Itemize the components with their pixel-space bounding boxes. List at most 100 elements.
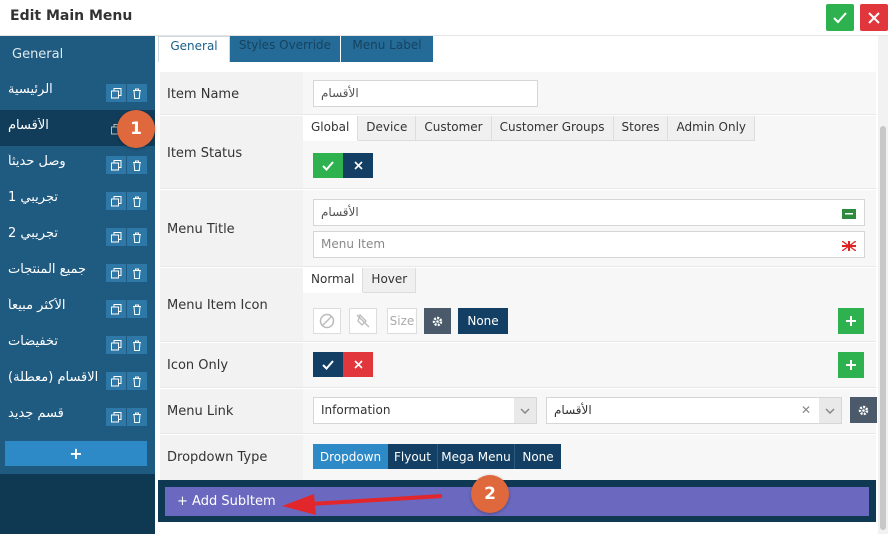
editor-tabs: General Styles Override Menu Label (158, 36, 878, 62)
paint-slash-icon (356, 313, 370, 328)
trash-icon (133, 196, 141, 207)
sidebar-item-8[interactable]: ح الاقسام (معطلة) (0, 362, 155, 398)
annotation-arrow-icon (282, 494, 443, 515)
checkmark-icon (322, 359, 334, 370)
add-icon-button[interactable] (838, 308, 864, 334)
plus-icon (846, 316, 856, 326)
disable-toggle[interactable] (343, 153, 373, 178)
icon-only-toggle[interactable] (313, 352, 373, 377)
add-menu-item-button[interactable]: + (5, 441, 147, 466)
delete-item-button[interactable] (127, 300, 147, 318)
no-icon-button[interactable] (313, 308, 341, 334)
row-label-cell: Menu Link (160, 389, 303, 433)
tab-global[interactable]: Global (303, 116, 359, 141)
sidebar-general-item[interactable]: General (0, 36, 155, 74)
copy-icon (110, 195, 121, 206)
row-content-cell (303, 343, 876, 387)
dialog-title: Edit Main Menu (10, 8, 133, 24)
enable-toggle[interactable] (313, 352, 343, 377)
clear-icon[interactable]: ✕ (801, 403, 811, 417)
copy-item-button[interactable] (106, 408, 126, 426)
checkmark-icon (833, 11, 847, 23)
disable-toggle[interactable] (343, 352, 373, 377)
flyout-option[interactable]: Flyout (388, 444, 437, 469)
delete-item-button[interactable] (127, 264, 147, 282)
gear-icon (432, 316, 443, 326)
copy-item-button[interactable] (106, 192, 126, 210)
delete-item-button[interactable] (127, 228, 147, 246)
none-option[interactable]: None (514, 444, 561, 469)
tab-styles-override[interactable]: Styles Override (230, 36, 340, 62)
delete-item-button[interactable] (127, 372, 147, 390)
tab-customer-groups[interactable]: Customer Groups (491, 116, 614, 141)
delete-item-button[interactable] (127, 84, 147, 102)
sidebar-item-9[interactable]: قسم جديد (0, 398, 155, 434)
delete-item-button[interactable] (127, 408, 147, 426)
delete-item-button[interactable] (127, 336, 147, 354)
tab-menu-label[interactable]: Menu Label (341, 36, 433, 62)
row-item-name: Item Name الأقسام (160, 72, 876, 115)
tab-stores[interactable]: Stores (613, 116, 669, 141)
scrollbar-thumb[interactable] (880, 126, 886, 530)
dropdown-option[interactable]: Dropdown (313, 444, 388, 469)
item-name-input[interactable]: الأقسام (313, 80, 538, 107)
icon-size-input[interactable]: Size (387, 308, 417, 334)
tab-hover[interactable]: Hover (363, 268, 417, 293)
sidebar-item-0[interactable]: الرئيسية (0, 74, 155, 110)
delete-item-button[interactable] (127, 156, 147, 174)
sidebar-item-6[interactable]: الأكثر مبيعاً (0, 290, 155, 326)
icon-settings-button[interactable] (424, 308, 451, 334)
trash-icon (133, 268, 141, 279)
mega-menu-option[interactable]: Mega Menu (437, 444, 514, 469)
tab-normal[interactable]: Normal (303, 268, 364, 293)
close-button[interactable] (860, 4, 888, 31)
tab-customer[interactable]: Customer (416, 116, 492, 141)
tab-general[interactable]: General (158, 36, 230, 62)
link-target-select[interactable]: الأقسام ✕ (546, 397, 842, 424)
copy-item-button[interactable] (106, 156, 126, 174)
copy-item-button[interactable] (106, 264, 126, 282)
menu-title-input-ar[interactable]: الأقسام (313, 199, 865, 226)
trash-icon (133, 160, 141, 171)
trash-icon (133, 412, 141, 423)
subitem-bar: + Add SubItem (158, 480, 876, 522)
delete-item-button[interactable] (127, 192, 147, 210)
no-color-button[interactable] (349, 308, 377, 334)
sidebar-item-label: تجريبي 1 (8, 190, 58, 205)
copy-icon (110, 267, 121, 278)
copy-item-button[interactable] (106, 300, 126, 318)
row-label-cell: Menu Title (160, 190, 303, 266)
sidebar-item-7[interactable]: تخفيضات (0, 326, 155, 362)
gear-icon (858, 405, 869, 415)
row-label-cell: Icon Only (160, 343, 303, 387)
link-target-value: الأقسام (554, 403, 592, 417)
copy-item-button[interactable] (106, 372, 126, 390)
sidebar-item-5[interactable]: جميع المنتجات (0, 254, 155, 290)
item-name-label: Item Name (167, 87, 240, 102)
save-button[interactable] (826, 4, 854, 31)
tab-device[interactable]: Device (358, 116, 417, 141)
link-settings-button[interactable] (850, 397, 877, 423)
copy-item-button[interactable] (106, 336, 126, 354)
status-toggle[interactable] (313, 153, 373, 178)
close-icon (353, 161, 363, 170)
sidebar-item-label: ح الاقسام (معطلة) (8, 370, 102, 385)
row-content-cell: Information الأقسام ✕ (303, 389, 877, 433)
icon-none-button[interactable]: None (458, 308, 508, 334)
link-type-value: Information (321, 403, 391, 417)
icon-state-tabs: Normal Hover (303, 268, 417, 293)
sidebar-item-label: الأكثر مبيعاً (8, 298, 66, 313)
add-icon-only-button[interactable] (838, 352, 864, 378)
enable-toggle[interactable] (313, 153, 343, 178)
sidebar-item-2[interactable]: وصل حديثاً (0, 146, 155, 182)
tab-admin-only[interactable]: Admin Only (668, 116, 756, 141)
sidebar-item-4[interactable]: تجريبي 2 (0, 218, 155, 254)
scrollbar[interactable] (878, 36, 888, 534)
chevron-down-icon (514, 398, 536, 423)
link-type-select[interactable]: Information (313, 397, 537, 424)
copy-item-button[interactable] (106, 84, 126, 102)
add-subitem-button[interactable]: + Add SubItem (165, 487, 869, 516)
copy-item-button[interactable] (106, 228, 126, 246)
menu-title-input-en[interactable]: Menu Item (313, 231, 865, 258)
sidebar-item-3[interactable]: تجريبي 1 (0, 182, 155, 218)
